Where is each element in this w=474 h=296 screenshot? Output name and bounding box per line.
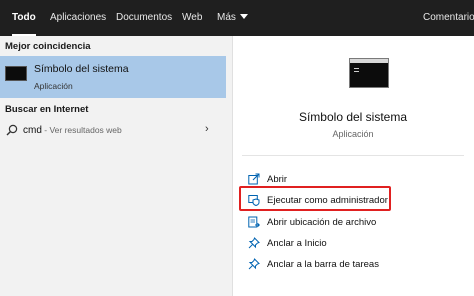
web-query: cmd	[23, 125, 42, 136]
action-open-file-location-label: Abrir ubicación de archivo	[267, 217, 377, 228]
command-prompt-icon	[349, 58, 389, 88]
folder-icon	[248, 216, 260, 228]
best-match-subtitle: Aplicación	[34, 81, 73, 91]
panel-divider	[232, 36, 233, 296]
search-icon	[6, 124, 18, 136]
best-match-title: Símbolo del sistema	[34, 63, 129, 75]
web-search-text: cmd - Ver resultados web	[23, 125, 122, 136]
best-match-item[interactable]: Símbolo del sistema Aplicación	[0, 56, 226, 98]
detail-subtitle: Aplicación	[332, 129, 374, 139]
web-hint: - Ver resultados web	[41, 125, 122, 135]
divider	[242, 155, 464, 156]
tab-todo[interactable]: Todo	[12, 0, 36, 36]
results-panel: Mejor coincidencia Símbolo del sistema A…	[0, 36, 232, 296]
chevron-right-icon[interactable]: ›	[205, 123, 209, 135]
action-pin-to-taskbar-label: Anclar a la barra de tareas	[267, 259, 379, 270]
tab-web[interactable]: Web	[182, 0, 202, 36]
highlight-box	[239, 186, 391, 211]
feedback-link[interactable]: Comentarios	[423, 0, 474, 36]
detail-title: Símbolo del sistema	[298, 110, 408, 124]
open-icon	[248, 173, 260, 185]
web-search-heading: Buscar en Internet	[5, 104, 89, 115]
chevron-down-icon	[239, 14, 248, 19]
command-prompt-icon	[5, 66, 27, 81]
tab-mas[interactable]: Más	[217, 0, 248, 36]
action-pin-to-start-label: Anclar a Inicio	[267, 238, 327, 249]
search-filter-bar: Todo Aplicaciones Documentos Web Más Com…	[0, 0, 474, 36]
tab-mas-label: Más	[217, 12, 236, 23]
pin-icon	[248, 237, 260, 249]
action-open-label: Abrir	[267, 174, 288, 185]
tab-documentos[interactable]: Documentos	[116, 0, 172, 36]
best-match-heading: Mejor coincidencia	[5, 41, 91, 52]
web-search-item[interactable]: cmd - Ver resultados web ›	[0, 120, 232, 142]
detail-panel: Símbolo del sistema Aplicación Abrir Eje…	[232, 36, 474, 296]
tab-aplicaciones[interactable]: Aplicaciones	[50, 0, 106, 36]
pin-icon	[248, 258, 260, 270]
